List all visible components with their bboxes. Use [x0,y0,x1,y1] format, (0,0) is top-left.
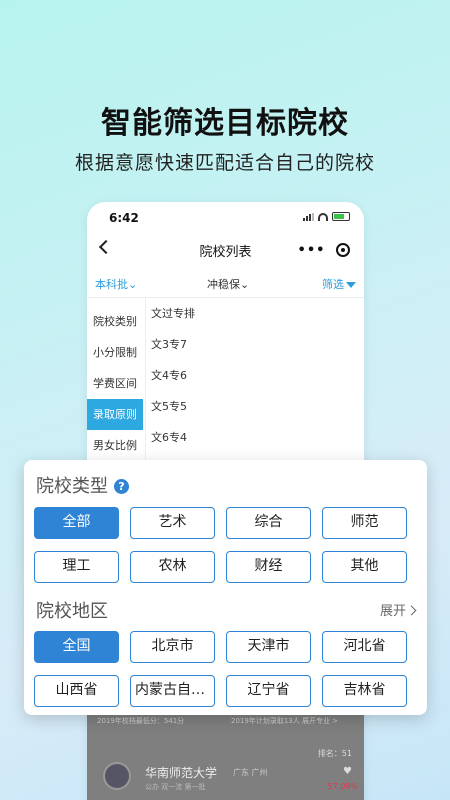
school-type-grid: 全部 艺术 综合 师范 理工 农林 财经 其他 [34,507,418,583]
mini-program-capsule: ••• [292,238,356,262]
side-item-admission-rule[interactable]: 录取原则 [87,399,143,430]
rank-label: 排名：51 [317,749,352,758]
status-bar: 6:42 [87,202,364,234]
region-chip-shanxi[interactable]: 山西省 [34,675,119,707]
type-chip-art[interactable]: 艺术 [130,507,215,539]
close-target-icon[interactable] [336,243,351,257]
filter-button-label: 筛选 [322,278,344,291]
battery-icon [332,212,350,221]
nav-bar: 院校列表 ••• [87,234,364,268]
plan-line: 2019年计划录取13人 展开专业 > [231,717,339,725]
batch-dropdown-label: 本科批 [95,278,128,291]
funnel-icon [346,282,356,288]
university-location: 广东 广州 [233,768,268,777]
type-chip-all[interactable]: 全部 [34,507,119,539]
region-chip-national[interactable]: 全国 [34,631,119,663]
status-time: 6:42 [109,211,139,225]
chevron-down-icon: ⌄ [240,278,250,291]
university-logo-icon [103,762,131,790]
region-grid: 全国 北京市 天津市 河北省 山西省 内蒙古自治区 辽宁省 吉林省 [34,631,418,707]
filter-bar: 本科批⌄ 冲稳保⌄ 筛选 [87,268,364,298]
chevron-right-icon [406,605,417,616]
type-chip-agriculture[interactable]: 农林 [130,551,215,583]
section-title-text: 院校类型 [36,476,108,497]
option-item[interactable]: 文3专7 [151,334,195,365]
hero-subtitle: 根据意愿快速匹配适合自己的院校 [74,152,375,174]
risk-dropdown-label: 冲稳保 [207,278,240,291]
divider [145,298,146,468]
hero-title: 智能筛选目标院校 [101,106,349,141]
help-icon[interactable]: ? [114,479,129,494]
section-title-region: 院校地区 [36,601,108,622]
options-list: 文过专排 文3专7 文4专6 文5专5 文6专4 [151,303,195,458]
batch-dropdown[interactable]: 本科批⌄ [95,276,137,292]
min-score-line: 2019年校档最低分：541分 [97,717,185,725]
side-menu: 院校类别 小分限制 学费区间 录取原则 男女比例 [87,298,143,461]
region-chip-jilin[interactable]: 吉林省 [322,675,407,707]
chevron-down-icon: ⌄ [128,278,138,291]
type-chip-finance[interactable]: 财经 [226,551,311,583]
section-title-school-type: 院校类型? [36,472,129,498]
status-icons [303,212,350,221]
university-name: 华南师范大学 [145,766,218,780]
option-item[interactable]: 文6专4 [151,427,195,458]
side-item-gender-ratio[interactable]: 男女比例 [87,430,143,461]
admission-percent: 57.09% [327,782,358,791]
region-chip-inner-mongolia[interactable]: 内蒙古自治区 [130,675,215,707]
type-chip-normal[interactable]: 师范 [322,507,407,539]
type-chip-other[interactable]: 其他 [322,551,407,583]
filter-button[interactable]: 筛选 [322,276,356,292]
expand-label: 展开 [379,604,406,619]
side-item-tuition-range[interactable]: 学费区间 [87,368,143,399]
filter-card: 院校类型? 全部 艺术 综合 师范 理工 农林 财经 其他 院校地区 展开 全国… [24,460,427,715]
heart-icon: ♥ [343,766,352,777]
option-item[interactable]: 文过专排 [151,303,195,334]
region-chip-tianjin[interactable]: 天津市 [226,631,311,663]
more-icon[interactable]: ••• [298,243,326,258]
side-item-score-limit[interactable]: 小分限制 [87,337,143,368]
type-chip-comprehensive[interactable]: 综合 [226,507,311,539]
expand-button[interactable]: 展开 [379,600,417,619]
dimmed-university-list: 2019年校档最低分：541分 2019年计划录取13人 展开专业 > 排名：5… [87,702,364,800]
option-item[interactable]: 文4专6 [151,365,195,396]
region-chip-liaoning[interactable]: 辽宁省 [226,675,311,707]
wifi-icon [318,212,328,221]
region-chip-hebei[interactable]: 河北省 [322,631,407,663]
side-item-school-category[interactable]: 院校类别 [87,306,143,337]
region-chip-beijing[interactable]: 北京市 [130,631,215,663]
type-chip-engineering[interactable]: 理工 [34,551,119,583]
risk-dropdown[interactable]: 冲稳保⌄ [207,276,249,292]
option-item[interactable]: 文5专5 [151,396,195,427]
university-sub-info: 公办 双一流 第一批 [145,783,206,791]
signal-icon [303,212,314,221]
